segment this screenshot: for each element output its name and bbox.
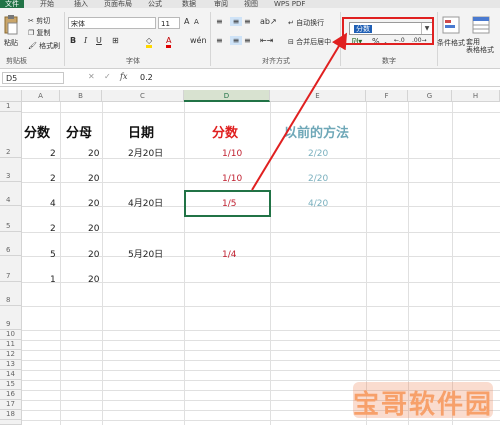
annotation-arrow [251,32,348,191]
watermark-text: 宝哥软件园 [353,390,494,420]
watermark-logo: 宝哥软件园 [353,382,494,420]
